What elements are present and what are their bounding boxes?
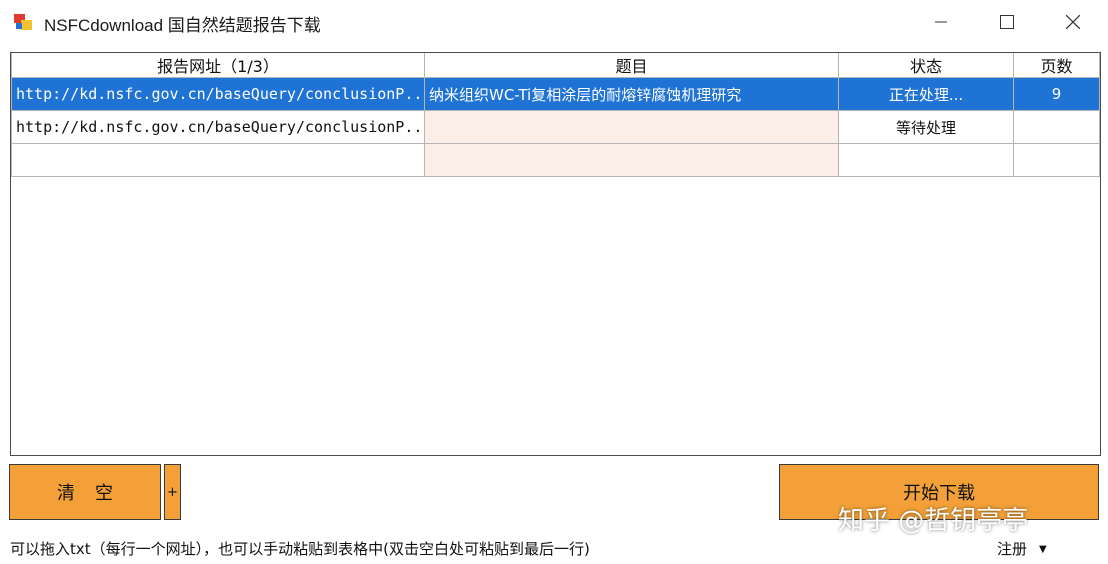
plus-button[interactable]: + (164, 464, 181, 520)
pages-cell[interactable] (1013, 110, 1100, 144)
status-cell[interactable]: 正在处理... (838, 77, 1014, 111)
register-menu[interactable]: 注册 ▼ (997, 538, 1047, 559)
table-header-row: 报告网址（1/3） 题目 状态 页数 (11, 53, 1100, 78)
column-header-pages[interactable]: 页数 (1013, 53, 1100, 78)
maximize-icon (1000, 15, 1014, 29)
app-icon (14, 14, 32, 30)
title-bar: NSFCdownload 国自然结题报告下载 (0, 0, 1108, 44)
close-button[interactable] (1050, 0, 1096, 44)
table-row[interactable]: http://kd.nsfc.gov.cn/baseQuery/conclusi… (11, 77, 1100, 111)
title-cell[interactable] (424, 143, 839, 177)
url-cell[interactable]: http://kd.nsfc.gov.cn/baseQuery/conclusi… (11, 110, 425, 144)
column-header-status[interactable]: 状态 (838, 53, 1014, 78)
pages-cell[interactable]: 9 (1013, 77, 1100, 111)
title-cell[interactable] (424, 110, 839, 144)
dropdown-caret-icon: ▼ (1039, 544, 1047, 555)
clear-button[interactable]: 清空 (9, 464, 161, 520)
maximize-button[interactable] (984, 0, 1030, 44)
status-cell[interactable] (838, 143, 1014, 177)
close-icon (1066, 15, 1080, 29)
url-cell[interactable] (11, 143, 425, 177)
table-row[interactable]: http://kd.nsfc.gov.cn/baseQuery/conclusi… (11, 110, 1100, 144)
table-row[interactable] (11, 143, 1100, 177)
window-title: NSFCdownload 国自然结题报告下载 (44, 16, 321, 35)
report-table: 报告网址（1/3） 题目 状态 页数 http://kd.nsfc.gov.cn… (11, 53, 1100, 177)
url-cell[interactable]: http://kd.nsfc.gov.cn/baseQuery/conclusi… (11, 77, 425, 111)
title-cell[interactable]: 纳米组织WC-Ti复相涂层的耐熔锌腐蚀机理研究 (424, 77, 839, 111)
watermark: 知乎 @哲钥亭亭 (838, 506, 1029, 536)
status-hint: 可以拖入txt（每行一个网址），也可以手动粘贴到表格中(双击空白处可粘贴到最后一… (10, 540, 590, 558)
column-header-url[interactable]: 报告网址（1/3） (11, 53, 425, 78)
status-cell[interactable]: 等待处理 (838, 110, 1014, 144)
minimize-button[interactable] (918, 0, 964, 44)
report-grid[interactable]: 报告网址（1/3） 题目 状态 页数 http://kd.nsfc.gov.cn… (10, 52, 1101, 456)
minimize-icon (935, 21, 947, 23)
column-header-title[interactable]: 题目 (424, 53, 839, 78)
pages-cell[interactable] (1013, 143, 1100, 177)
register-label: 注册 (997, 540, 1028, 558)
